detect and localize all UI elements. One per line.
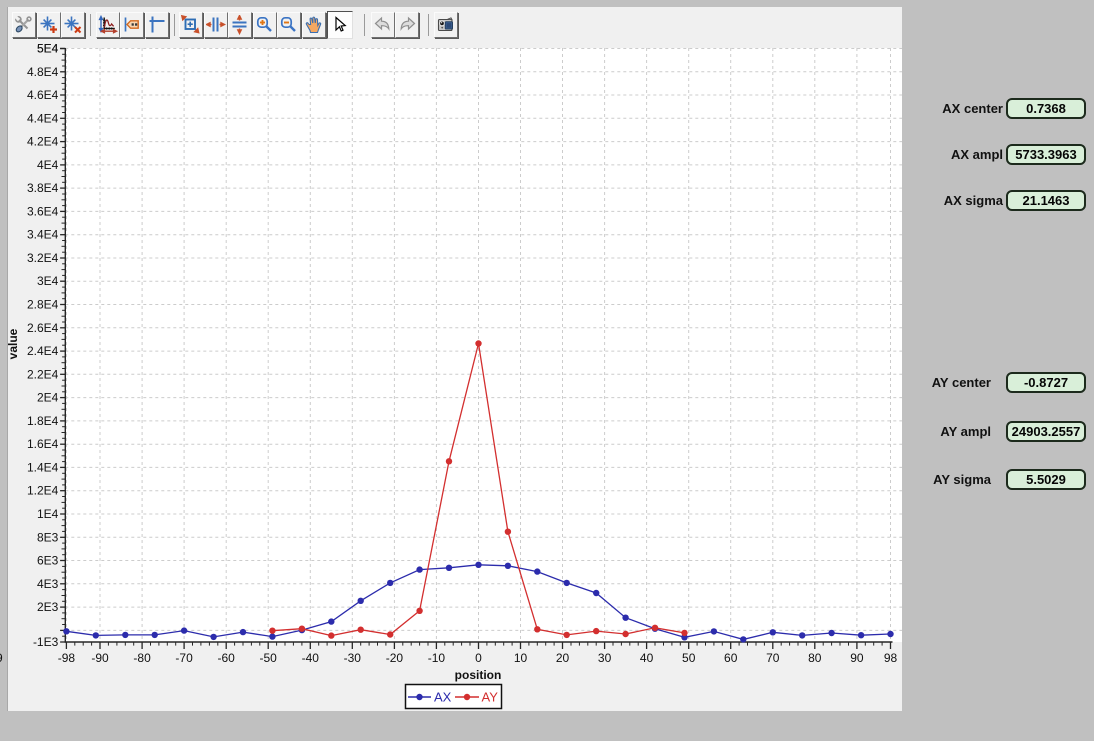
svg-text:AY: AY [482,690,499,705]
svg-text:60: 60 [724,651,738,665]
svg-text:-90: -90 [91,651,109,665]
svg-text:6E3: 6E3 [37,554,59,568]
svg-text:10: 10 [514,651,528,665]
svg-text:90: 90 [850,651,864,665]
svg-text:3.2E4: 3.2E4 [27,251,59,265]
svg-text:2.6E4: 2.6E4 [27,321,59,335]
svg-text:3E4: 3E4 [37,274,59,288]
svg-text:-70: -70 [175,651,193,665]
svg-text:30: 30 [598,651,612,665]
svg-text:5E4: 5E4 [37,42,59,56]
svg-text:1E4: 1E4 [37,507,59,521]
svg-text:position: position [455,668,502,682]
svg-text:AX: AX [434,690,452,705]
svg-text:-30: -30 [344,651,362,665]
svg-text:-80: -80 [133,651,151,665]
svg-text:-40: -40 [302,651,320,665]
svg-text:-10: -10 [428,651,446,665]
svg-text:3.4E4: 3.4E4 [27,228,59,242]
svg-text:4E3: 4E3 [37,577,59,591]
svg-text:value: value [6,328,20,359]
svg-text:-98: -98 [58,651,76,665]
svg-text:-1E3: -1E3 [33,635,59,649]
svg-text:40: 40 [640,651,654,665]
svg-text:98: 98 [884,651,898,665]
svg-text:-50: -50 [260,651,278,665]
svg-text:2E3: 2E3 [37,600,59,614]
svg-text:2.8E4: 2.8E4 [27,298,59,312]
svg-text:2.4E4: 2.4E4 [27,344,59,358]
svg-text:70: 70 [766,651,780,665]
svg-text:9: 9 [0,651,3,665]
svg-text:50: 50 [682,651,696,665]
svg-text:8E3: 8E3 [37,530,59,544]
svg-text:2E4: 2E4 [37,391,59,405]
svg-text:0: 0 [475,651,482,665]
svg-text:-60: -60 [218,651,236,665]
svg-text:4.8E4: 4.8E4 [27,65,59,79]
svg-text:20: 20 [556,651,570,665]
svg-text:80: 80 [808,651,822,665]
svg-text:-20: -20 [386,651,404,665]
